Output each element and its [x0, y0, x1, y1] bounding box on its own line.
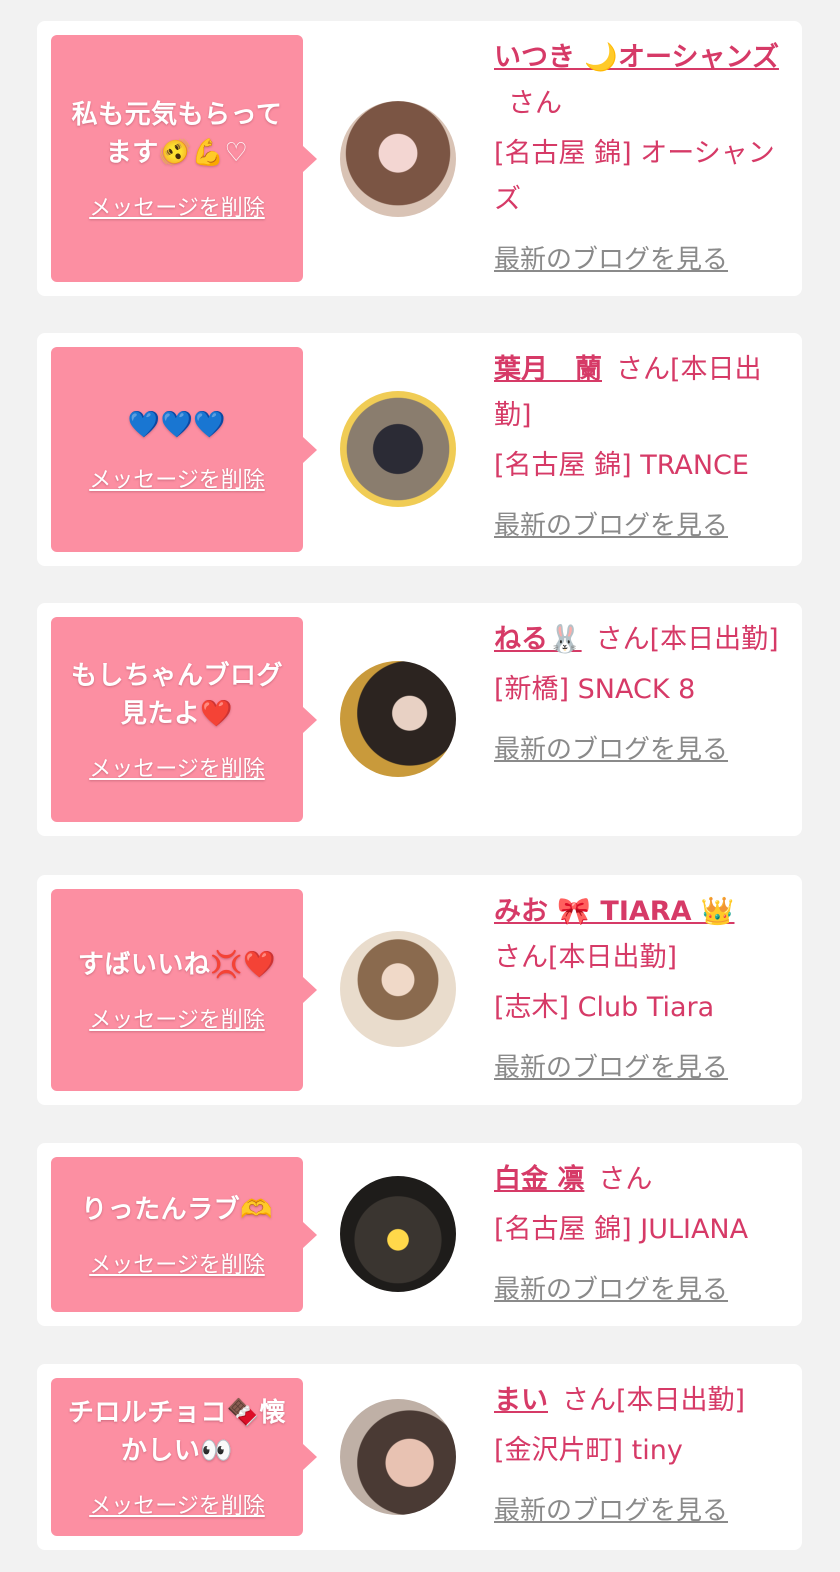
message-bubble: 💙💙💙 メッセージを削除 [51, 347, 317, 552]
message-card: チロルチョコ🍫懐かしい👀 メッセージを削除 まい さん[本日出勤] [金沢片町] … [37, 1364, 802, 1550]
message-card: もしちゃんブログ見たよ❤️ メッセージを削除 ねる🐰 さん[本日出勤] [新橋] … [37, 603, 802, 836]
message-text: 私も元気もらってます🫨💪♡ [71, 99, 283, 168]
honorific: さん[本日出勤] [595, 624, 779, 655]
avatar[interactable] [340, 661, 456, 777]
latest-blog-link[interactable]: 最新のブログを見る [494, 727, 728, 773]
message-bubble: もしちゃんブログ見たよ❤️ メッセージを削除 [51, 617, 317, 822]
cast-info: まい さん[本日出勤] [金沢片町] tiny 最新のブログを見る [494, 1378, 794, 1534]
message-card: 💙💙💙 メッセージを削除 葉月 蘭さん[本日出勤] [名古屋 錦] TRANCE… [37, 333, 802, 566]
message-card: すばいいね💢❤️ メッセージを削除 みお 🎀 TIARA 👑 さん[本日出勤] … [37, 875, 802, 1105]
shop-name: [名古屋 錦] JULIANA [494, 1214, 749, 1245]
cast-info: 白金 凛さん [名古屋 錦] JULIANA 最新のブログを見る [494, 1157, 794, 1313]
cast-name-link[interactable]: ねる🐰 [494, 624, 582, 655]
latest-blog-link[interactable]: 最新のブログを見る [494, 503, 728, 549]
honorific: さん [508, 88, 562, 119]
message-bubble: りったんラブ🫶 メッセージを削除 [51, 1157, 317, 1312]
shop-name: [志木] Club Tiara [494, 992, 715, 1023]
message-text: 💙💙💙 [127, 409, 227, 440]
delete-message-link[interactable]: メッセージを削除 [89, 1002, 265, 1034]
shop-name: [新橋] SNACK 8 [494, 674, 696, 705]
message-card: りったんラブ🫶 メッセージを削除 白金 凛さん [名古屋 錦] JULIANA … [37, 1143, 802, 1326]
shop-name: [名古屋 錦] オーシャンズ [494, 138, 775, 215]
cast-info: ねる🐰 さん[本日出勤] [新橋] SNACK 8 最新のブログを見る [494, 617, 794, 773]
avatar[interactable] [340, 101, 456, 217]
shop-name: [名古屋 錦] TRANCE [494, 450, 749, 481]
message-bubble: すばいいね💢❤️ メッセージを削除 [51, 889, 317, 1091]
delete-message-link[interactable]: メッセージを削除 [89, 190, 265, 222]
cast-name-link[interactable]: まい [494, 1385, 548, 1416]
cast-info: みお 🎀 TIARA 👑 さん[本日出勤] [志木] Club Tiara 最新… [494, 889, 794, 1091]
honorific: さん[本日出勤] [562, 1385, 746, 1416]
avatar[interactable] [340, 391, 456, 507]
cast-name-link[interactable]: みお 🎀 TIARA 👑 [494, 896, 734, 927]
cast-name-link[interactable]: いつき 🌙オーシャンズ [494, 42, 779, 73]
cast-name-link[interactable]: 白金 凛 [494, 1164, 584, 1195]
message-bubble: チロルチョコ🍫懐かしい👀 メッセージを削除 [51, 1378, 317, 1536]
message-text: チロルチョコ🍫懐かしい👀 [67, 1398, 287, 1466]
message-text: もしちゃんブログ見たよ❤️ [70, 660, 283, 729]
delete-message-link[interactable]: メッセージを削除 [89, 1488, 265, 1520]
avatar[interactable] [340, 931, 456, 1047]
message-text: りったんラブ🫶 [81, 1194, 273, 1225]
latest-blog-link[interactable]: 最新のブログを見る [494, 237, 728, 283]
avatar[interactable] [340, 1399, 456, 1515]
cast-name-link[interactable]: 葉月 蘭 [494, 354, 602, 385]
latest-blog-link[interactable]: 最新のブログを見る [494, 1488, 728, 1534]
message-text: すばいいね💢❤️ [77, 950, 277, 980]
avatar[interactable] [340, 1176, 456, 1292]
message-bubble: 私も元気もらってます🫨💪♡ メッセージを削除 [51, 35, 317, 282]
cast-info: 葉月 蘭さん[本日出勤] [名古屋 錦] TRANCE 最新のブログを見る [494, 347, 794, 549]
latest-blog-link[interactable]: 最新のブログを見る [494, 1045, 728, 1091]
message-card: 私も元気もらってます🫨💪♡ メッセージを削除 いつき 🌙オーシャンズさん [名古… [37, 21, 802, 296]
delete-message-link[interactable]: メッセージを削除 [89, 462, 265, 494]
shop-name: [金沢片町] tiny [494, 1435, 683, 1466]
delete-message-link[interactable]: メッセージを削除 [89, 751, 265, 783]
honorific: さん[本日出勤] [494, 942, 678, 973]
delete-message-link[interactable]: メッセージを削除 [89, 1247, 265, 1279]
latest-blog-link[interactable]: 最新のブログを見る [494, 1267, 728, 1313]
cast-info: いつき 🌙オーシャンズさん [名古屋 錦] オーシャンズ 最新のブログを見る [494, 35, 794, 283]
honorific: さん [598, 1164, 653, 1195]
